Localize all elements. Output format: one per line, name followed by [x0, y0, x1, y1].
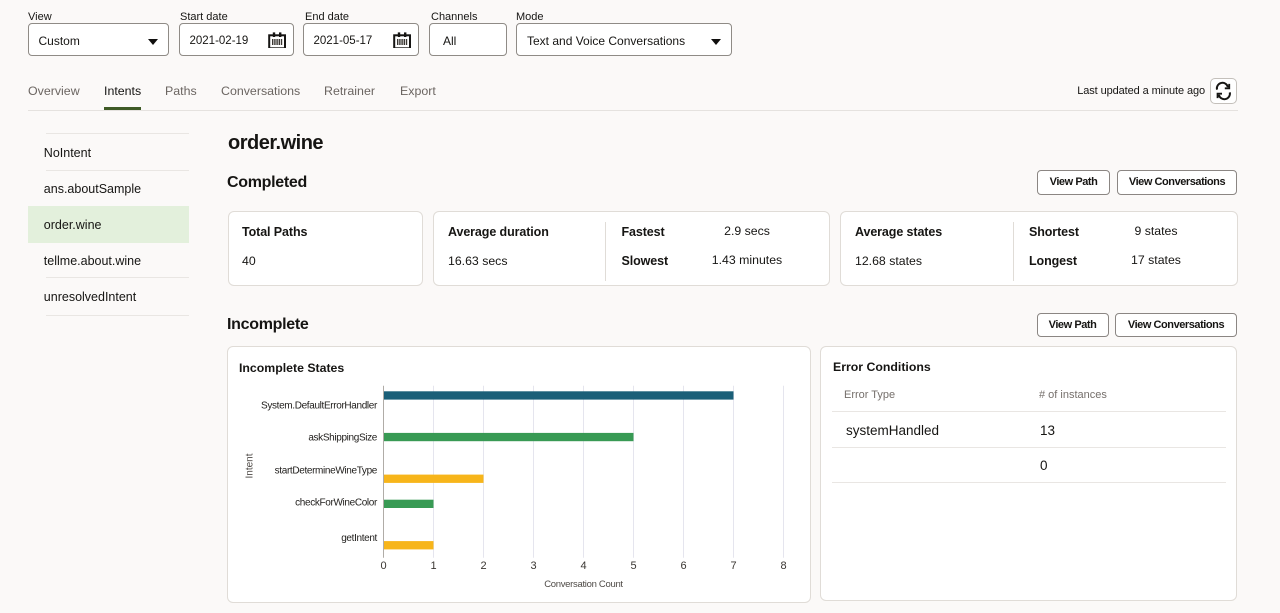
svg-text:3: 3	[530, 560, 536, 572]
svg-text:1: 1	[430, 560, 436, 572]
svg-text:startDetermineWineType: startDetermineWineType	[275, 465, 378, 476]
svg-text:7: 7	[730, 560, 736, 572]
svg-text:2: 2	[480, 560, 486, 572]
svg-text:4: 4	[580, 560, 586, 572]
svg-text:checkForWineColor: checkForWineColor	[295, 498, 378, 509]
svg-text:0: 0	[380, 560, 386, 572]
svg-text:5: 5	[630, 560, 636, 572]
svg-text:6: 6	[680, 560, 686, 572]
svg-text:8: 8	[780, 560, 786, 572]
svg-text:Conversation Count: Conversation Count	[544, 579, 623, 590]
svg-text:Intent: Intent	[245, 453, 256, 478]
svg-text:System.DefaultErrorHandler: System.DefaultErrorHandler	[261, 401, 378, 412]
svg-text:getIntent: getIntent	[341, 533, 377, 544]
svg-text:askShippingSize: askShippingSize	[308, 433, 377, 444]
